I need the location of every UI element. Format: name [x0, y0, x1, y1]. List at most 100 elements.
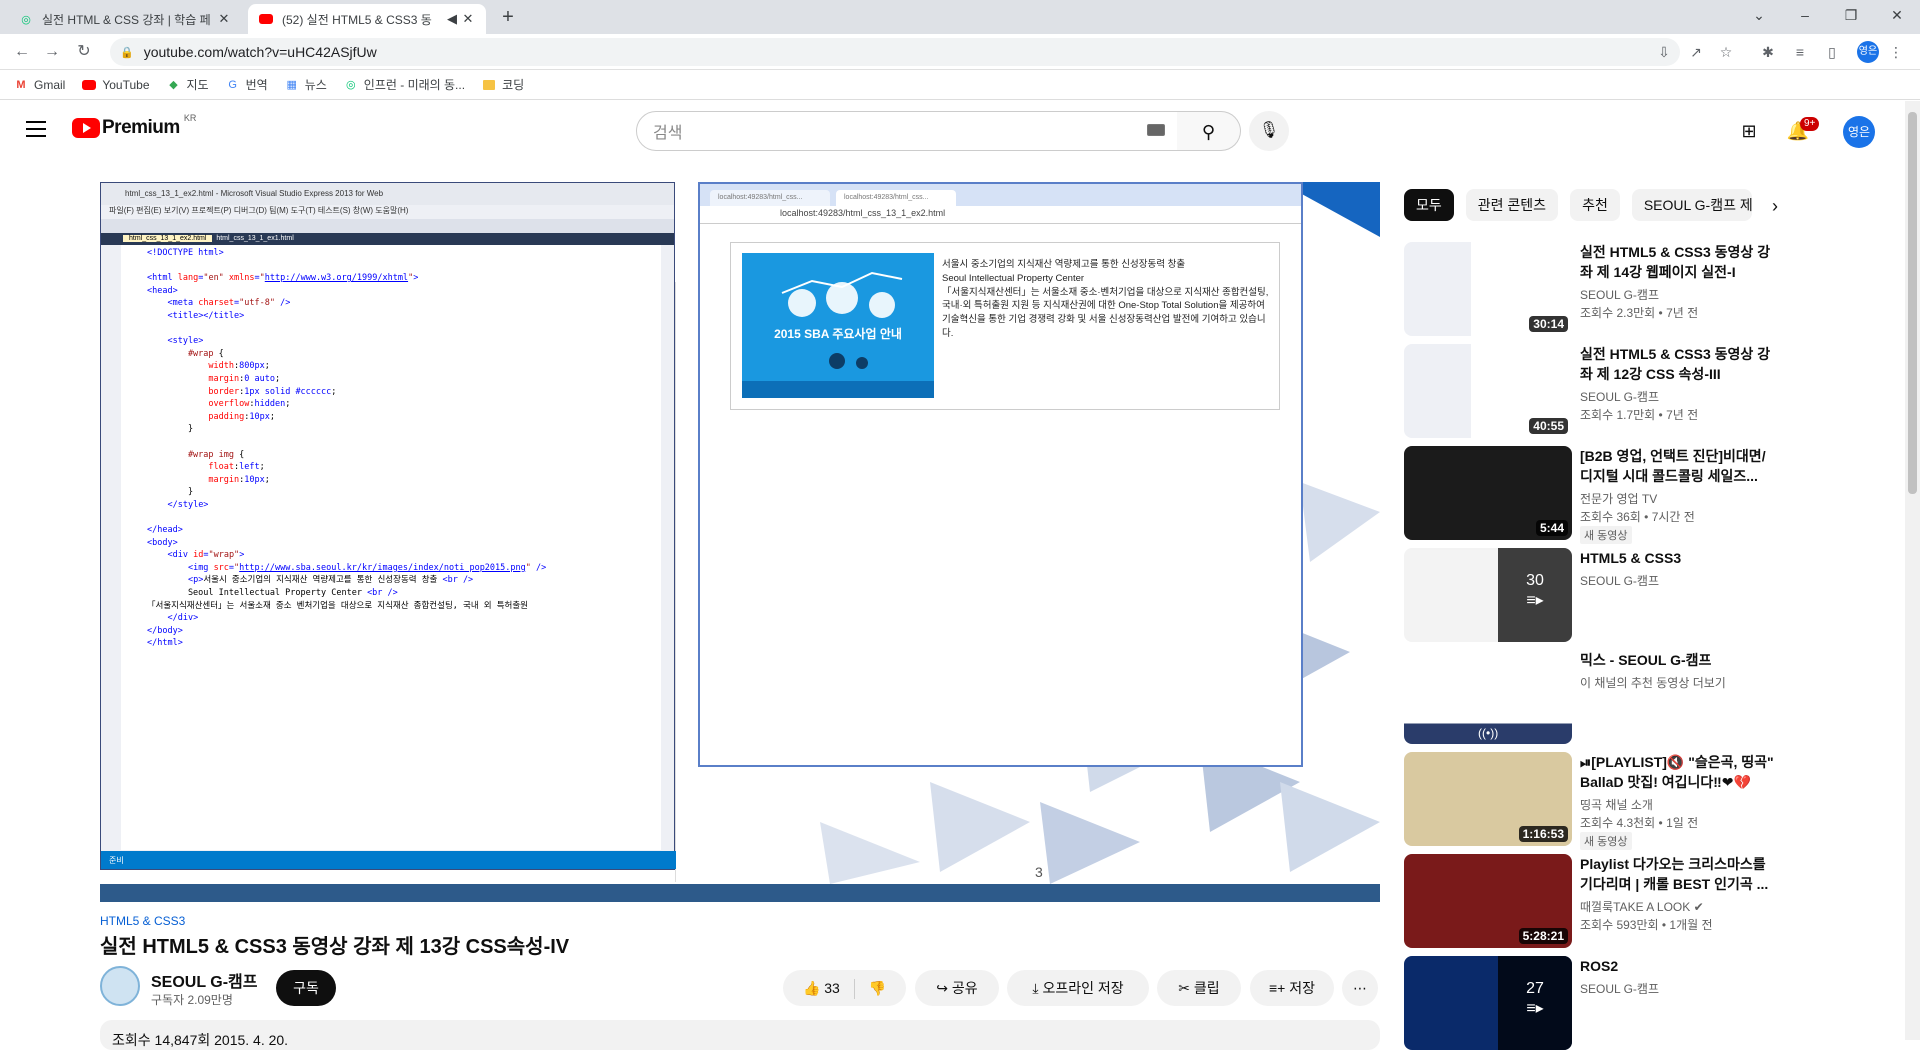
- thumbs-down-icon[interactable]: 👎: [869, 980, 886, 996]
- video-thumbnail[interactable]: 1:16:53: [1404, 752, 1572, 846]
- browser-tab-inactive[interactable]: ◎ 실전 HTML & CSS 강좌 | 학습 페 ✕: [8, 4, 242, 34]
- playlist-thumbnail[interactable]: 27 ≡▸: [1404, 956, 1572, 1050]
- window-close-button[interactable]: ✕: [1874, 0, 1920, 32]
- scrollbar-thumb[interactable]: [1908, 112, 1917, 494]
- video-title[interactable]: Playlist 다가오는 크리스마스를 기다리며 | 캐롤 BEST 인기곡 …: [1580, 854, 1776, 894]
- new-tab-button[interactable]: +: [496, 6, 520, 30]
- bookmarks-bar: M Gmail YouTube ◆ 지도 G 번역 ▦ 뉴스 ◎ 인프런 - 미래의 동.…: [0, 70, 1920, 100]
- menu-icon[interactable]: ⋮: [1886, 42, 1906, 62]
- forward-icon[interactable]: →: [40, 40, 64, 64]
- mix-icon: ((•)): [1478, 726, 1499, 740]
- browser-toolbar: ← → ↻ 🔒 youtube.com/watch?v=uHC42ASjfUw …: [0, 34, 1920, 70]
- bookmark-gmail[interactable]: M Gmail: [14, 78, 65, 92]
- playlist-item[interactable]: 27 ≡▸ ROS2 SEOUL G-캠프: [1404, 956, 1884, 1050]
- tab-search-icon[interactable]: ⌄: [1736, 0, 1782, 32]
- gmail-icon: M: [16, 78, 26, 91]
- channel-avatar[interactable]: [100, 966, 140, 1006]
- playlist-title[interactable]: ROS2: [1580, 956, 1776, 976]
- video-title[interactable]: 실전 HTML5 & CSS3 동영상 강좌 제 14강 웹페이지 실전-I: [1580, 242, 1776, 282]
- channel-name[interactable]: 전문가 영업 TV: [1580, 490, 1657, 508]
- vs-menu: 파일(F) 편집(E) 보기(V) 프로젝트(P) 디버그(D) 팀(M) 도구…: [101, 205, 674, 219]
- clip-button[interactable]: ✂ 클립: [1157, 970, 1241, 1006]
- chip-recommended[interactable]: 추천: [1570, 189, 1620, 221]
- recommendation-item[interactable]: 30:14 실전 HTML5 & CSS3 동영상 강좌 제 14강 웹페이지 …: [1404, 242, 1884, 336]
- more-actions-button[interactable]: ⋯: [1342, 970, 1378, 1006]
- media-icon[interactable]: ≡: [1790, 42, 1810, 62]
- recommendation-item[interactable]: 40:55 실전 HTML5 & CSS3 동영상 강좌 제 12강 CSS 속…: [1404, 344, 1884, 438]
- speaker-icon[interactable]: ◀: [444, 11, 460, 27]
- channel-name[interactable]: 띵곡 채널 소개: [1580, 796, 1653, 814]
- restore-button[interactable]: ❐: [1828, 0, 1874, 32]
- address-bar[interactable]: 🔒 youtube.com/watch?v=uHC42ASjfUw: [110, 38, 1680, 66]
- youtube-premium-logo[interactable]: Premium KR: [72, 113, 196, 139]
- save-button[interactable]: ≡+ 저장: [1250, 970, 1334, 1006]
- create-video-icon[interactable]: ⊞: [1737, 119, 1761, 143]
- mix-item[interactable]: ((•)) 믹스 - SEOUL G-캠프 이 채널의 추천 동영상 더보기: [1404, 650, 1884, 744]
- share-button[interactable]: ↪ 공유: [915, 970, 999, 1006]
- hamburger-menu-icon[interactable]: [26, 121, 46, 137]
- playlist-title[interactable]: HTML5 & CSS3: [1580, 548, 1776, 568]
- close-icon[interactable]: ✕: [460, 11, 476, 27]
- news-icon: ▦: [286, 79, 297, 91]
- filter-chips: 모두 관련 콘텐츠 추천 SEOUL G-캠프 제: [1404, 189, 1764, 221]
- video-thumbnail[interactable]: 5:44: [1404, 446, 1572, 540]
- like-dislike-button[interactable]: 👍 33 👎: [783, 970, 906, 1006]
- video-title[interactable]: 실전 HTML5 & CSS3 동영상 강좌 제 12강 CSS 속성-III: [1580, 344, 1776, 384]
- playlist-icon: ≡▸: [1526, 1000, 1544, 1017]
- chevron-right-icon[interactable]: ›: [1772, 196, 1778, 217]
- subscribe-button[interactable]: 구독: [276, 970, 336, 1006]
- video-category-link[interactable]: HTML5 & CSS3: [100, 914, 185, 928]
- bookmark-news[interactable]: ▦ 뉴스: [285, 76, 326, 93]
- account-avatar[interactable]: 영은: [1843, 116, 1875, 148]
- video-meta: 조회수 2.3만회 • 7년 전: [1580, 306, 1699, 320]
- bookmark-star-icon[interactable]: ☆: [1716, 42, 1736, 62]
- share-icon[interactable]: ↗: [1686, 42, 1706, 62]
- video-thumbnail[interactable]: 40:55: [1404, 344, 1572, 438]
- channel-name[interactable]: SEOUL G-캠프: [151, 968, 258, 992]
- bookmark-youtube[interactable]: YouTube: [82, 78, 150, 92]
- description-box[interactable]: 조회수 14,847회 2015. 4. 20.: [100, 1020, 1380, 1050]
- playlist-item[interactable]: 30 ≡▸ HTML5 & CSS3 SEOUL G-캠프: [1404, 548, 1884, 642]
- bookmark-maps[interactable]: ◆ 지도: [167, 76, 208, 93]
- browser-tab-active[interactable]: (52) 실전 HTML5 & CSS3 동 ◀ ✕: [248, 4, 486, 34]
- search-input[interactable]: 검색: [636, 111, 1178, 151]
- search-button[interactable]: ⚲: [1177, 111, 1241, 151]
- close-icon[interactable]: ✕: [216, 11, 232, 27]
- side-panel-icon[interactable]: ▯: [1822, 42, 1842, 62]
- thumbs-up-icon[interactable]: 👍: [803, 980, 820, 996]
- offline-save-button[interactable]: ⤓ 오프라인 저장: [1007, 970, 1149, 1006]
- recommendation-item[interactable]: 5:28:21 Playlist 다가오는 크리스마스를 기다리며 | 캐롤 B…: [1404, 854, 1884, 948]
- playlist-thumbnail[interactable]: 30 ≡▸: [1404, 548, 1572, 642]
- recommendation-item[interactable]: 1:16:53 ⏯[PLAYLIST]🔇 "슬은곡, 띵곡" BallaD 맛집…: [1404, 752, 1884, 850]
- channel-name[interactable]: SEOUL G-캠프: [1580, 572, 1659, 590]
- video-player[interactable]: html_css_13_1_ex2.html - Microsoft Visua…: [100, 182, 1380, 902]
- chip-related[interactable]: 관련 콘텐츠: [1465, 189, 1559, 221]
- profile-avatar[interactable]: 영은: [1857, 41, 1879, 63]
- chip-all[interactable]: 모두: [1404, 189, 1454, 221]
- channel-name[interactable]: 때껄룩TAKE A LOOK ✔: [1580, 898, 1704, 916]
- channel-name[interactable]: SEOUL G-캠프: [1580, 286, 1659, 304]
- chip-channel[interactable]: SEOUL G-캠프 제: [1631, 189, 1752, 221]
- voice-search-button[interactable]: 🎙: [1249, 111, 1289, 151]
- channel-name[interactable]: SEOUL G-캠프: [1580, 980, 1659, 998]
- reload-icon[interactable]: ↻: [72, 40, 96, 64]
- translate-icon: G: [228, 78, 237, 91]
- video-thumbnail[interactable]: 5:28:21: [1404, 854, 1572, 948]
- recommendation-item[interactable]: 5:44 [B2B 영업, 언택트 진단]비대면/디지털 시대 콜드콜링 세일즈…: [1404, 446, 1884, 544]
- keyboard-icon[interactable]: [1147, 124, 1165, 136]
- video-title[interactable]: [B2B 영업, 언택트 진단]비대면/디지털 시대 콜드콜링 세일즈...: [1580, 446, 1776, 486]
- video-thumbnail[interactable]: 30:14: [1404, 242, 1572, 336]
- mix-title[interactable]: 믹스 - SEOUL G-캠프: [1580, 650, 1776, 670]
- lock-icon: 🔒: [120, 46, 134, 59]
- bookmark-coding-folder[interactable]: 코딩: [482, 76, 524, 93]
- minimize-button[interactable]: –: [1782, 0, 1828, 32]
- slide-number: 3: [1035, 864, 1043, 880]
- bookmark-translate[interactable]: G 번역: [226, 76, 267, 93]
- video-title[interactable]: ⏯[PLAYLIST]🔇 "슬은곡, 띵곡" BallaD 맛집! 여깁니다‼❤…: [1580, 752, 1776, 792]
- install-icon[interactable]: ⇩: [1654, 42, 1674, 62]
- extensions-icon[interactable]: ✱: [1758, 42, 1778, 62]
- channel-name[interactable]: SEOUL G-캠프: [1580, 388, 1659, 406]
- mix-thumbnail[interactable]: ((•)): [1404, 650, 1572, 744]
- back-icon[interactable]: ←: [10, 40, 34, 64]
- bookmark-inflearn[interactable]: ◎ 인프런 - 미래의 동...: [344, 76, 465, 93]
